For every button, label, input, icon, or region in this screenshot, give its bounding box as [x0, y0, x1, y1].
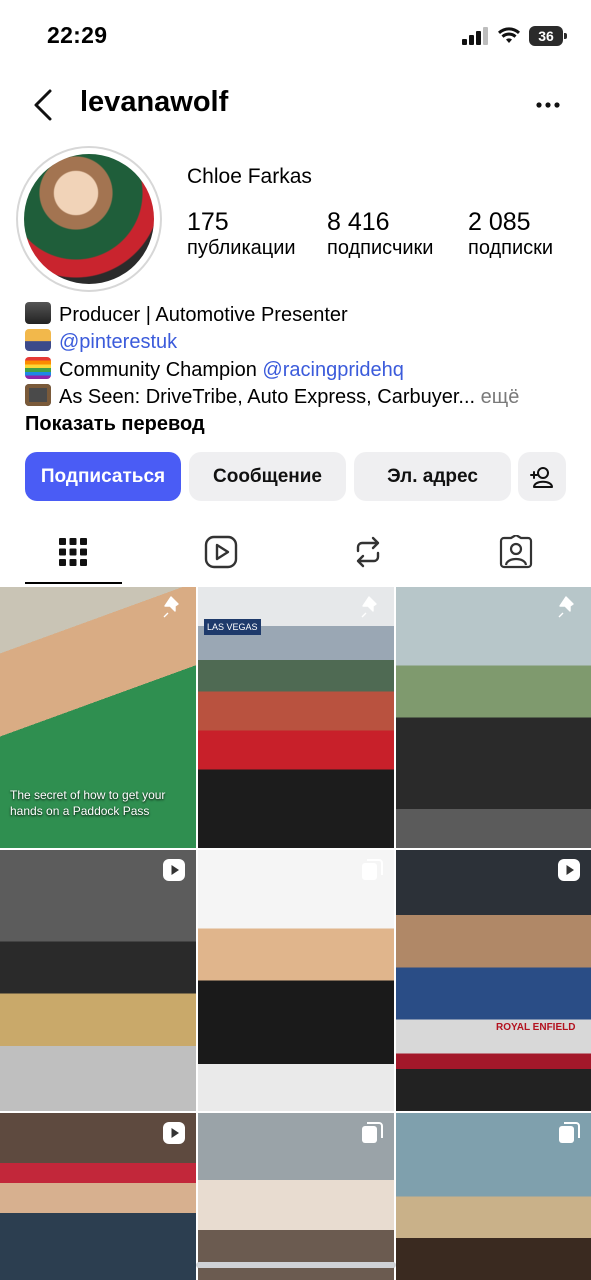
- post-caption: The secret of how to get your hands on a…: [10, 788, 166, 818]
- racingpride-link[interactable]: @racingpridehq: [262, 359, 404, 381]
- video-camera-icon: [25, 302, 51, 324]
- following-count-label: подписки: [468, 237, 554, 259]
- las-vegas-sign: LAS VEGAS: [204, 619, 261, 635]
- more-options-icon[interactable]: [535, 95, 561, 115]
- show-translation-link[interactable]: Показать перевод: [25, 413, 205, 436]
- reel-icon: [163, 1122, 185, 1144]
- active-tab-indicator: [25, 582, 122, 584]
- posts-count[interactable]: 175 публикации: [187, 208, 296, 260]
- laptop-user-icon: [25, 329, 51, 351]
- profile-avatar[interactable]: [16, 146, 162, 292]
- tab-tagged[interactable]: [496, 532, 536, 572]
- followers-count-label: подписчики: [327, 237, 434, 259]
- tab-posts-grid[interactable]: [53, 532, 93, 572]
- bio-line-4: As Seen: DriveTribe, Auto Express, Carbu…: [25, 384, 519, 411]
- post-tile-6[interactable]: ROYAL ENFIELD: [396, 850, 591, 1111]
- pin-icon: [558, 596, 574, 618]
- followers-count-value: 8 416: [327, 208, 390, 236]
- bio-text-1: Producer | Automotive Presenter: [59, 304, 348, 326]
- bio-line-3: Community Champion @racingpridehq: [25, 357, 404, 384]
- royal-enfield-label: ROYAL ENFIELD: [496, 1022, 576, 1033]
- post-tile-1[interactable]: The secret of how to get your hands on a…: [0, 587, 196, 848]
- post-tile-7[interactable]: [0, 1113, 196, 1280]
- reel-icon: [558, 859, 580, 881]
- bio-line-2: @pinterestuk: [25, 329, 177, 356]
- followers-count[interactable]: 8 416 подписчики: [327, 208, 433, 260]
- carousel-icon: [362, 859, 383, 880]
- posts-count-value: 175: [187, 208, 229, 236]
- signal-icon: [462, 27, 488, 45]
- post-tile-9[interactable]: [396, 1113, 591, 1280]
- tab-reposts[interactable]: [348, 532, 388, 572]
- posts-count-label: публикации: [187, 237, 296, 259]
- profile-username: levanawolf: [80, 86, 229, 118]
- home-indicator: [196, 1262, 396, 1268]
- status-time: 22:29: [47, 22, 108, 48]
- post-tile-2[interactable]: LAS VEGAS: [198, 587, 394, 848]
- post-tile-4[interactable]: [0, 850, 196, 1111]
- post-tile-5[interactable]: [198, 850, 394, 1111]
- suggested-users-button[interactable]: [518, 452, 566, 501]
- pin-icon: [361, 596, 377, 618]
- tagged-user-icon: [499, 535, 533, 569]
- status-icons: 36: [461, 26, 567, 46]
- post-tile-8[interactable]: [198, 1113, 394, 1280]
- bio-text-3: Community Champion: [59, 359, 263, 381]
- email-button[interactable]: Эл. адрес: [354, 452, 511, 501]
- carousel-icon: [559, 1122, 580, 1143]
- reel-icon: [163, 859, 185, 881]
- bio-more-link[interactable]: ещё: [475, 386, 520, 408]
- wifi-icon: [498, 27, 520, 43]
- battery-indicator: 36: [529, 26, 567, 46]
- following-count[interactable]: 2 085 подписки: [468, 208, 553, 260]
- add-person-icon: [530, 466, 553, 488]
- reels-icon: [204, 535, 238, 569]
- avatar-image: [24, 154, 154, 284]
- back-arrow-icon[interactable]: [30, 88, 60, 122]
- bio-text-4: As Seen: DriveTribe, Auto Express, Carbu…: [59, 386, 476, 408]
- tv-icon: [25, 384, 51, 406]
- carousel-icon: [362, 1122, 383, 1143]
- tab-reels[interactable]: [201, 532, 241, 572]
- bio-line-1: Producer | Automotive Presenter: [25, 302, 348, 329]
- message-button[interactable]: Сообщение: [189, 452, 346, 501]
- post-tile-3[interactable]: [396, 587, 591, 848]
- pinterest-link[interactable]: @pinterestuk: [59, 331, 177, 353]
- display-name: Chloe Farkas: [187, 165, 312, 188]
- grid-icon: [59, 538, 87, 566]
- following-count-value: 2 085: [468, 208, 531, 236]
- repost-icon: [356, 536, 380, 568]
- pin-icon: [163, 596, 179, 618]
- rainbow-flag-icon: [25, 357, 51, 379]
- follow-button[interactable]: Подписаться: [25, 452, 181, 501]
